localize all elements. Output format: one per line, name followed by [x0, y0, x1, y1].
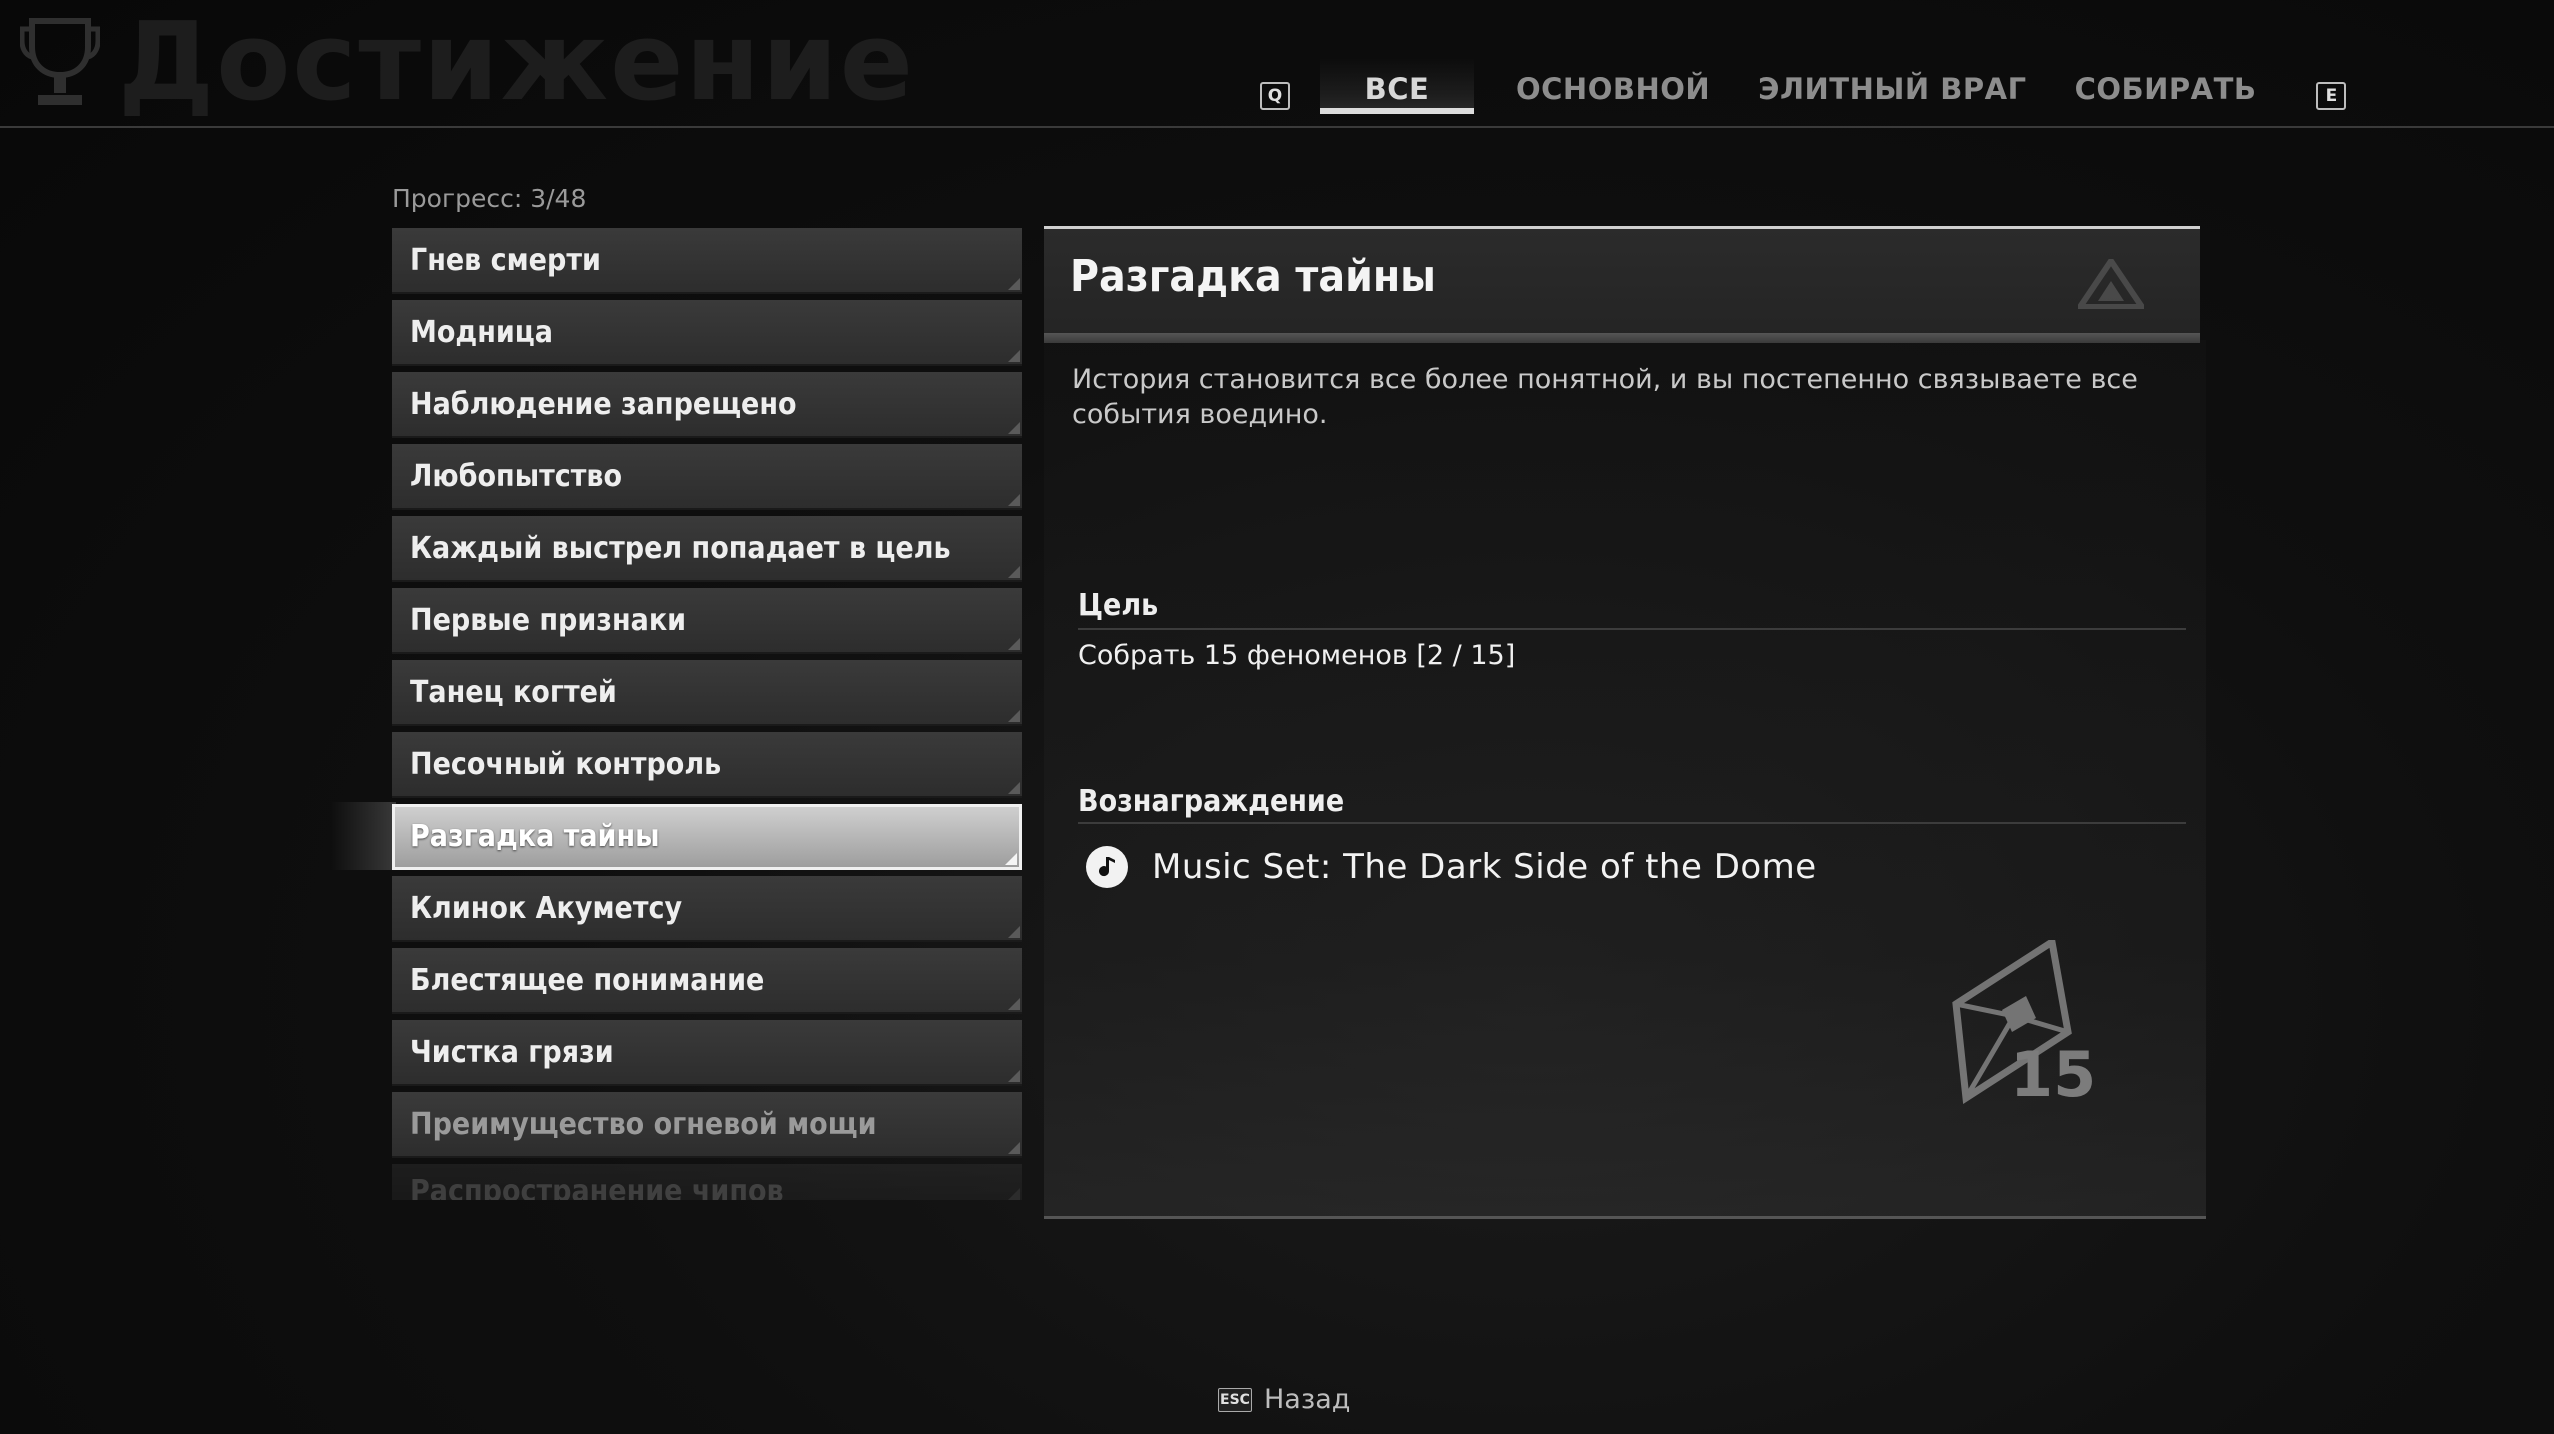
achievement-label: Гнев смерти — [410, 243, 601, 278]
tab-elite-enemy[interactable]: ЭЛИТНЫЙ ВРАГ — [1734, 58, 2050, 126]
goal-text: Собрать 15 феноменов [2 / 15] — [1078, 640, 1516, 671]
esc-key-icon[interactable]: ESC — [1218, 1387, 1252, 1412]
reward-row: Music Set: The Dark Side of the Dome — [1086, 846, 1817, 888]
goal-divider — [1078, 628, 2186, 630]
achievement-item[interactable]: Блестящее понимание — [392, 948, 1022, 1014]
achievement-item[interactable]: Распространение чипов — [392, 1164, 1022, 1200]
category-tabs: Q ВСЕ ОСНОВНОЙ ЭЛИТНЫЙ ВРАГ СОБИРАТЬ E — [1260, 58, 2347, 126]
achievement-label: Клинок Акуметсу — [410, 891, 683, 926]
achievement-item[interactable]: Наблюдение запрещено — [392, 372, 1022, 438]
achievement-label: Любопытство — [410, 459, 623, 494]
tab-all[interactable]: ВСЕ — [1320, 58, 1474, 114]
selection-glow — [330, 802, 396, 870]
achievement-label: Танец когтей — [410, 675, 617, 710]
detail-header: Разгадка тайны — [1044, 226, 2200, 343]
title-area: Достижение — [20, 4, 915, 122]
achievement-label: Преимущество огневой мощи — [410, 1107, 877, 1142]
key-hint-q[interactable]: Q — [1260, 82, 1290, 110]
tab-main[interactable]: ОСНОВНОЙ — [1492, 58, 1734, 126]
achievement-item[interactable]: Модница — [392, 300, 1022, 366]
achievement-item[interactable]: Каждый выстрел попадает в цель — [392, 516, 1022, 582]
achievement-item[interactable]: Первые признаки — [392, 588, 1022, 654]
back-label[interactable]: Назад — [1264, 1384, 1350, 1415]
footer-hint[interactable]: ESC Назад — [1218, 1384, 1350, 1415]
emblem-icon — [2078, 259, 2144, 309]
reward-divider — [1078, 822, 2186, 824]
achievement-item[interactable]: Любопытство — [392, 444, 1022, 510]
achievement-label: Модница — [410, 315, 553, 350]
achievement-item[interactable]: Танец когтей — [392, 660, 1022, 726]
achievement-label: Первые признаки — [410, 603, 687, 638]
achievement-label: Блестящее понимание — [410, 963, 765, 998]
achievement-item[interactable]: Гнев смерти — [392, 228, 1022, 294]
key-hint-e[interactable]: E — [2316, 82, 2347, 110]
page-title: Достижение — [118, 0, 915, 125]
header-underbar — [1044, 333, 2200, 343]
achievement-item[interactable]: Клинок Акуметсу — [392, 876, 1022, 942]
reward-label: Вознаграждение — [1078, 784, 1345, 819]
achievement-label: Наблюдение запрещено — [410, 387, 797, 422]
achievement-label: Чистка грязи — [410, 1035, 614, 1070]
top-bar: Достижение Q ВСЕ ОСНОВНОЙ ЭЛИТНЫЙ ВРАГ С… — [0, 0, 2554, 128]
music-note-icon — [1086, 846, 1128, 888]
detail-description: История становится все более понятной, и… — [1072, 364, 2138, 430]
achievement-list[interactable]: Гнев смерти Модница Наблюдение запрещено… — [392, 228, 1022, 1200]
achievement-item-selected[interactable]: Разгадка тайны — [392, 804, 1022, 870]
badge-number: 15 — [2010, 1038, 2094, 1104]
achievement-item[interactable]: Песочный контроль — [392, 732, 1022, 798]
phenomenon-badge-icon: 15 — [1952, 940, 2094, 1104]
achievement-label: Разгадка тайны — [410, 819, 660, 854]
detail-title: Разгадка тайны — [1070, 251, 1436, 302]
achievement-label: Распространение чипов — [410, 1174, 784, 1200]
progress-label: Прогресс: 3/48 — [392, 184, 587, 213]
trophy-icon — [20, 18, 100, 105]
achievement-label: Каждый выстрел попадает в цель — [410, 531, 951, 566]
achievement-item[interactable]: Чистка грязи — [392, 1020, 1022, 1086]
achievement-detail-panel: Разгадка тайны История становится все бо… — [1044, 226, 2206, 1219]
goal-label: Цель — [1078, 588, 1159, 623]
achievement-label: Песочный контроль — [410, 747, 722, 782]
achievement-item[interactable]: Преимущество огневой мощи — [392, 1092, 1022, 1158]
tab-collect[interactable]: СОБИРАТЬ — [2051, 58, 2281, 126]
reward-text: Music Set: The Dark Side of the Dome — [1152, 847, 1817, 887]
